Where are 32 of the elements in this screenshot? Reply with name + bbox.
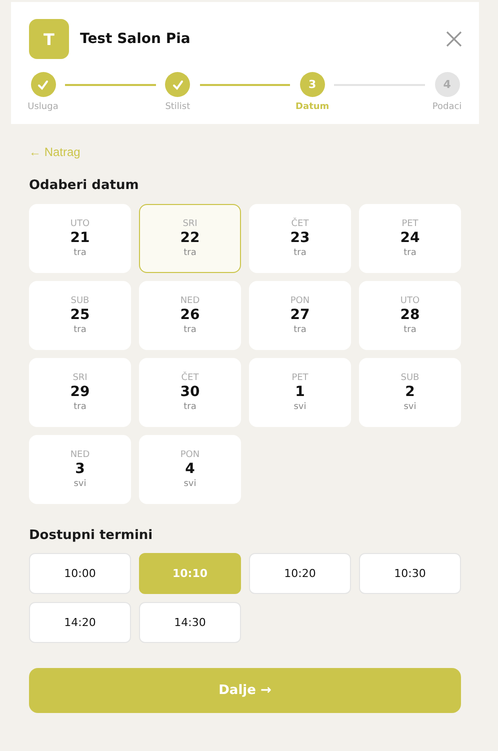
date-card[interactable]: SUB 25 tra	[29, 281, 131, 350]
date-card[interactable]: NED 26 tra	[139, 281, 241, 350]
salon-logo: T	[29, 19, 69, 59]
date-card[interactable]: PET 1 svi	[249, 358, 351, 427]
section-title: Odaberi datum	[29, 178, 140, 193]
salon-name: Test Salon Pia	[80, 31, 192, 47]
step-indicator: 3	[300, 72, 325, 97]
date-card[interactable]: PET 24 tra	[359, 204, 461, 273]
date-card[interactable]: PON 4 svi	[139, 435, 241, 504]
step-indicator: 4	[434, 72, 460, 97]
step-label: Usluga	[28, 102, 58, 112]
date-card[interactable]: PON 27 tra	[249, 281, 351, 350]
time-slot[interactable]: 10:00	[29, 553, 131, 594]
time-slot[interactable]: 10:30	[359, 553, 461, 594]
step-label: Datum	[296, 102, 330, 112]
time-slot[interactable]: 14:20	[29, 602, 131, 643]
date-card[interactable]: SUB 2 svi	[359, 358, 461, 427]
check-icon	[37, 78, 49, 90]
date-card[interactable]: NED 3 svi	[29, 435, 131, 504]
date-card[interactable]: ČET 30 tra	[139, 358, 241, 427]
step-label: Stilist	[165, 102, 190, 112]
date-card[interactable]: SRI 29 tra	[29, 358, 131, 427]
section-title: Dostupni termini	[29, 528, 154, 543]
close-icon[interactable]	[445, 30, 463, 48]
date-card[interactable]: UTO 21 tra	[29, 204, 131, 273]
time-slot[interactable]: 14:30	[139, 602, 241, 643]
check-icon	[172, 78, 184, 90]
step-label: Podaci	[432, 102, 462, 112]
time-slot[interactable]: 10:20	[249, 553, 351, 594]
date-card[interactable]: UTO 28 tra	[359, 281, 461, 350]
date-card[interactable]: SRI 22 tra	[139, 204, 241, 273]
date-card[interactable]: ČET 23 tra	[249, 204, 351, 273]
